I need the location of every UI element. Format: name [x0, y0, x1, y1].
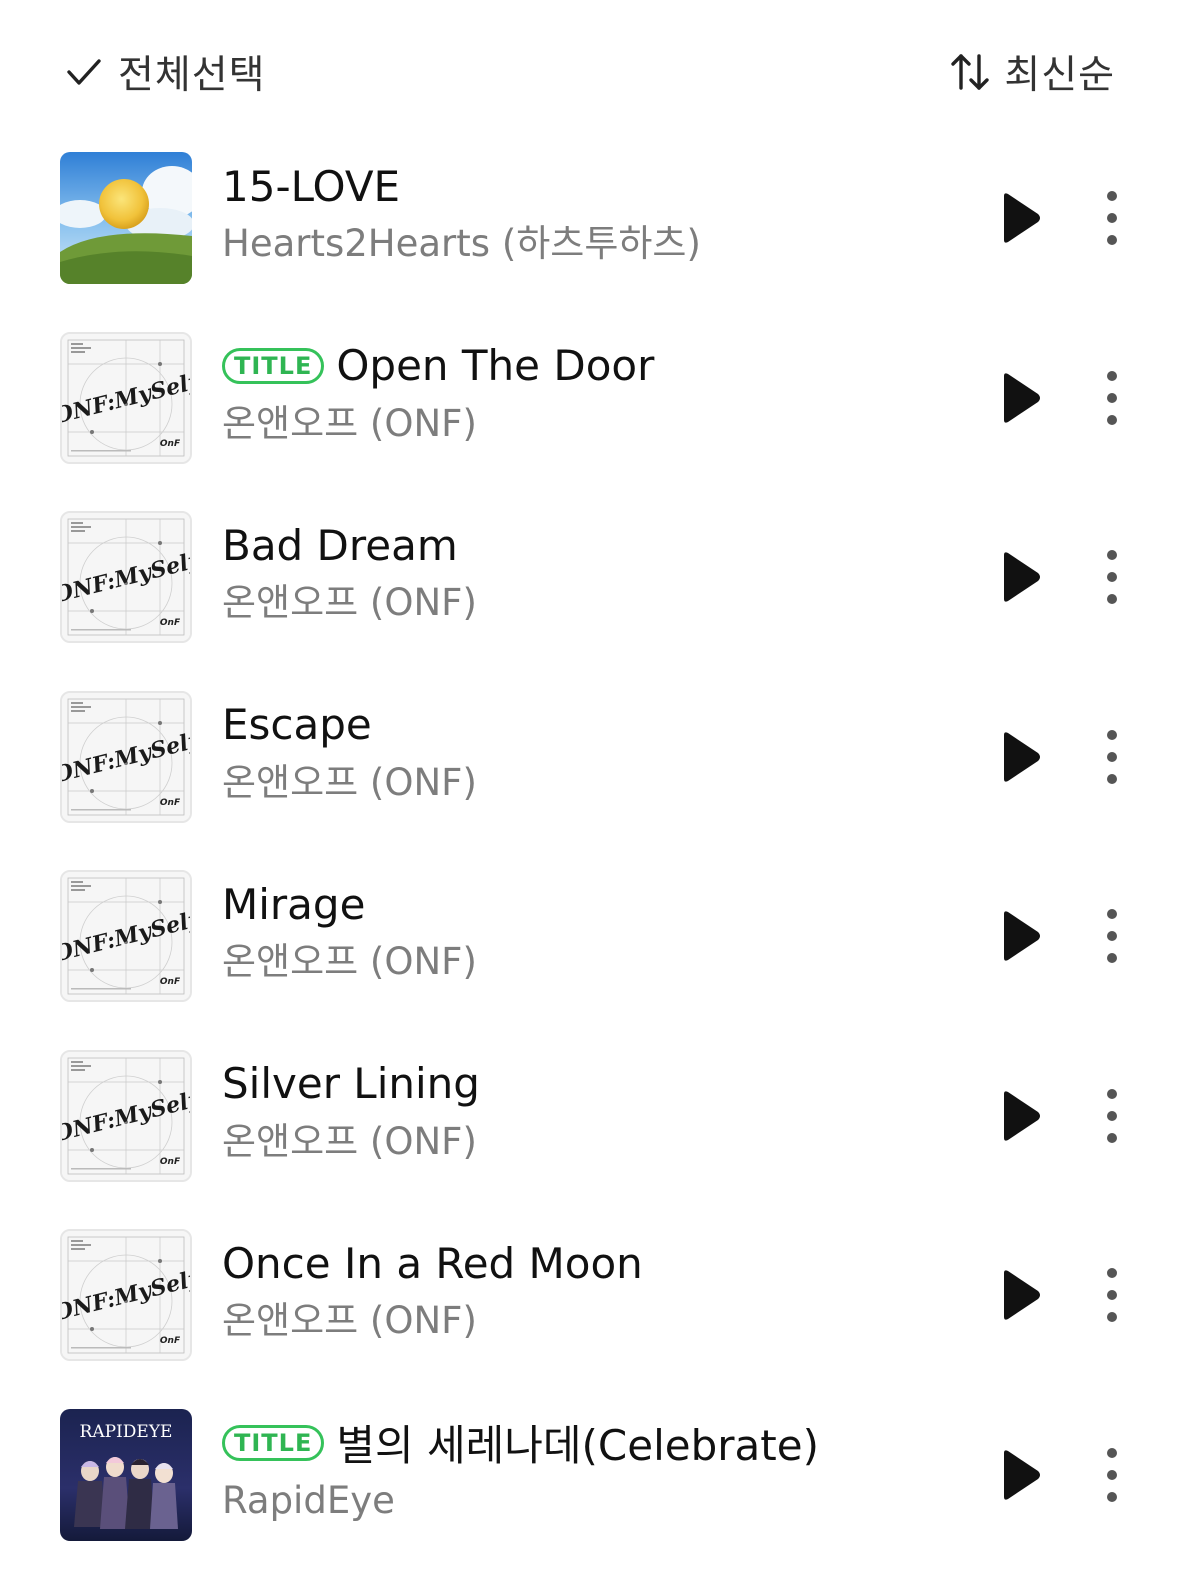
track-row[interactable]: ONF:MySelf OnF TITLE Open The Door 온앤오프 (O…: [0, 322, 1179, 502]
album-cover-art: ONF:MySelf OnF: [62, 693, 190, 821]
track-info[interactable]: Silver Lining 온앤오프 (ONF): [222, 1054, 962, 1168]
svg-text:OnF: OnF: [160, 1157, 181, 1167]
track-row[interactable]: ONF:MySelf OnF Mirage 온앤오프 (ONF): [0, 860, 1179, 1040]
track-title: Silver Lining: [222, 1059, 480, 1108]
track-row[interactable]: ONF:MySelf OnF Bad Dream 온앤오프 (ONF): [0, 501, 1179, 681]
track-title: Open The Door: [336, 341, 654, 390]
svg-text:OnF: OnF: [160, 439, 181, 449]
album-cover-art: ONF:MySelf OnF: [62, 1052, 190, 1180]
play-icon[interactable]: [996, 1447, 1044, 1503]
cover-text: RAPIDEYE: [80, 1422, 173, 1442]
track-artist: 온앤오프 (ONF): [222, 577, 962, 629]
album-cover-art: RAPIDEYE: [60, 1409, 192, 1541]
album-thumbnail[interactable]: [60, 152, 192, 284]
play-icon[interactable]: [996, 370, 1044, 426]
play-icon[interactable]: [996, 190, 1044, 246]
title-badge: TITLE: [222, 348, 324, 384]
more-options-icon[interactable]: [1094, 188, 1130, 248]
track-info[interactable]: Once In a Red Moon 온앤오프 (ONF): [222, 1233, 962, 1347]
track-info[interactable]: TITLE Open The Door 온앤오프 (ONF): [222, 336, 962, 450]
track-info[interactable]: Escape 온앤오프 (ONF): [222, 695, 962, 809]
track-title-line: Mirage: [222, 874, 962, 934]
list-toolbar: 전체선택 최신순: [0, 0, 1179, 140]
album-cover-art: ONF:MySelf OnF: [62, 334, 190, 462]
album-thumbnail[interactable]: RAPIDEYE: [60, 1409, 192, 1541]
album-cover-art: ONF:MySelf OnF: [62, 513, 190, 641]
track-info[interactable]: TITLE 별의 세레나데(Celebrate)RapidEye: [222, 1413, 962, 1527]
album-cover-art: [60, 152, 192, 284]
title-badge: TITLE: [222, 1425, 324, 1461]
track-artist: 온앤오프 (ONF): [222, 398, 962, 450]
sort-arrows-icon: [948, 50, 992, 94]
sort-label: 최신순: [1004, 44, 1115, 100]
track-title-line: Bad Dream: [222, 515, 962, 575]
check-icon: [64, 52, 104, 92]
track-title: Mirage: [222, 880, 365, 929]
track-list: 15-LOVE Hearts2Hearts (하츠투하츠) ONF:MySelf …: [0, 142, 1179, 1578]
track-info[interactable]: Mirage 온앤오프 (ONF): [222, 874, 962, 988]
play-icon[interactable]: [996, 1088, 1044, 1144]
track-row[interactable]: 15-LOVE Hearts2Hearts (하츠투하츠): [0, 142, 1179, 322]
track-info[interactable]: Bad Dream 온앤오프 (ONF): [222, 515, 962, 629]
track-info[interactable]: 15-LOVE Hearts2Hearts (하츠투하츠): [222, 156, 962, 270]
track-title-line: TITLE 별의 세레나데(Celebrate): [222, 1413, 962, 1473]
album-thumbnail[interactable]: ONF:MySelf OnF: [60, 870, 192, 1002]
more-options-icon[interactable]: [1094, 1086, 1130, 1146]
play-icon[interactable]: [996, 1267, 1044, 1323]
track-title-line: TITLE Open The Door: [222, 336, 962, 396]
album-thumbnail[interactable]: ONF:MySelf OnF: [60, 1229, 192, 1361]
sort-button[interactable]: 최신순: [948, 44, 1115, 100]
track-title: Escape: [222, 700, 372, 749]
track-title-line: Escape: [222, 695, 962, 755]
track-title-line: Silver Lining: [222, 1054, 962, 1114]
track-title: 별의 세레나데(Celebrate): [336, 1412, 819, 1473]
track-row[interactable]: ONF:MySelf OnF Silver Lining 온앤오프 (ONF): [0, 1040, 1179, 1220]
more-options-icon[interactable]: [1094, 727, 1130, 787]
track-row[interactable]: RAPIDEYE TITLE 별의 세레나데(Celebrate)RapidEye: [0, 1399, 1179, 1578]
more-options-icon[interactable]: [1094, 1445, 1130, 1505]
svg-text:OnF: OnF: [160, 1336, 181, 1346]
track-artist: Hearts2Hearts (하츠투하츠): [222, 218, 962, 270]
svg-text:OnF: OnF: [160, 977, 181, 987]
album-thumbnail[interactable]: ONF:MySelf OnF: [60, 511, 192, 643]
track-row[interactable]: ONF:MySelf OnF Escape 온앤오프 (ONF): [0, 681, 1179, 861]
track-artist: 온앤오프 (ONF): [222, 1116, 962, 1168]
play-icon[interactable]: [996, 729, 1044, 785]
more-options-icon[interactable]: [1094, 906, 1130, 966]
track-artist: 온앤오프 (ONF): [222, 757, 962, 809]
more-options-icon[interactable]: [1094, 1265, 1130, 1325]
track-row[interactable]: ONF:MySelf OnF Once In a Red Moon 온앤오프 (O…: [0, 1219, 1179, 1399]
track-artist: 온앤오프 (ONF): [222, 1295, 962, 1347]
track-title: Bad Dream: [222, 521, 458, 570]
play-icon[interactable]: [996, 908, 1044, 964]
track-title-line: Once In a Red Moon: [222, 1233, 962, 1293]
album-cover-art: ONF:MySelf OnF: [62, 872, 190, 1000]
album-thumbnail[interactable]: ONF:MySelf OnF: [60, 691, 192, 823]
track-artist: RapidEye: [222, 1475, 962, 1527]
select-all-label: 전체선택: [118, 44, 266, 100]
svg-text:OnF: OnF: [160, 618, 181, 628]
more-options-icon[interactable]: [1094, 368, 1130, 428]
track-title: Once In a Red Moon: [222, 1239, 643, 1288]
track-artist: 온앤오프 (ONF): [222, 936, 962, 988]
play-icon[interactable]: [996, 549, 1044, 605]
track-title: 15-LOVE: [222, 162, 400, 211]
svg-text:OnF: OnF: [160, 798, 181, 808]
more-options-icon[interactable]: [1094, 547, 1130, 607]
select-all-button[interactable]: 전체선택: [64, 44, 266, 100]
album-thumbnail[interactable]: ONF:MySelf OnF: [60, 1050, 192, 1182]
album-thumbnail[interactable]: ONF:MySelf OnF: [60, 332, 192, 464]
track-title-line: 15-LOVE: [222, 156, 962, 216]
album-cover-art: ONF:MySelf OnF: [62, 1231, 190, 1359]
